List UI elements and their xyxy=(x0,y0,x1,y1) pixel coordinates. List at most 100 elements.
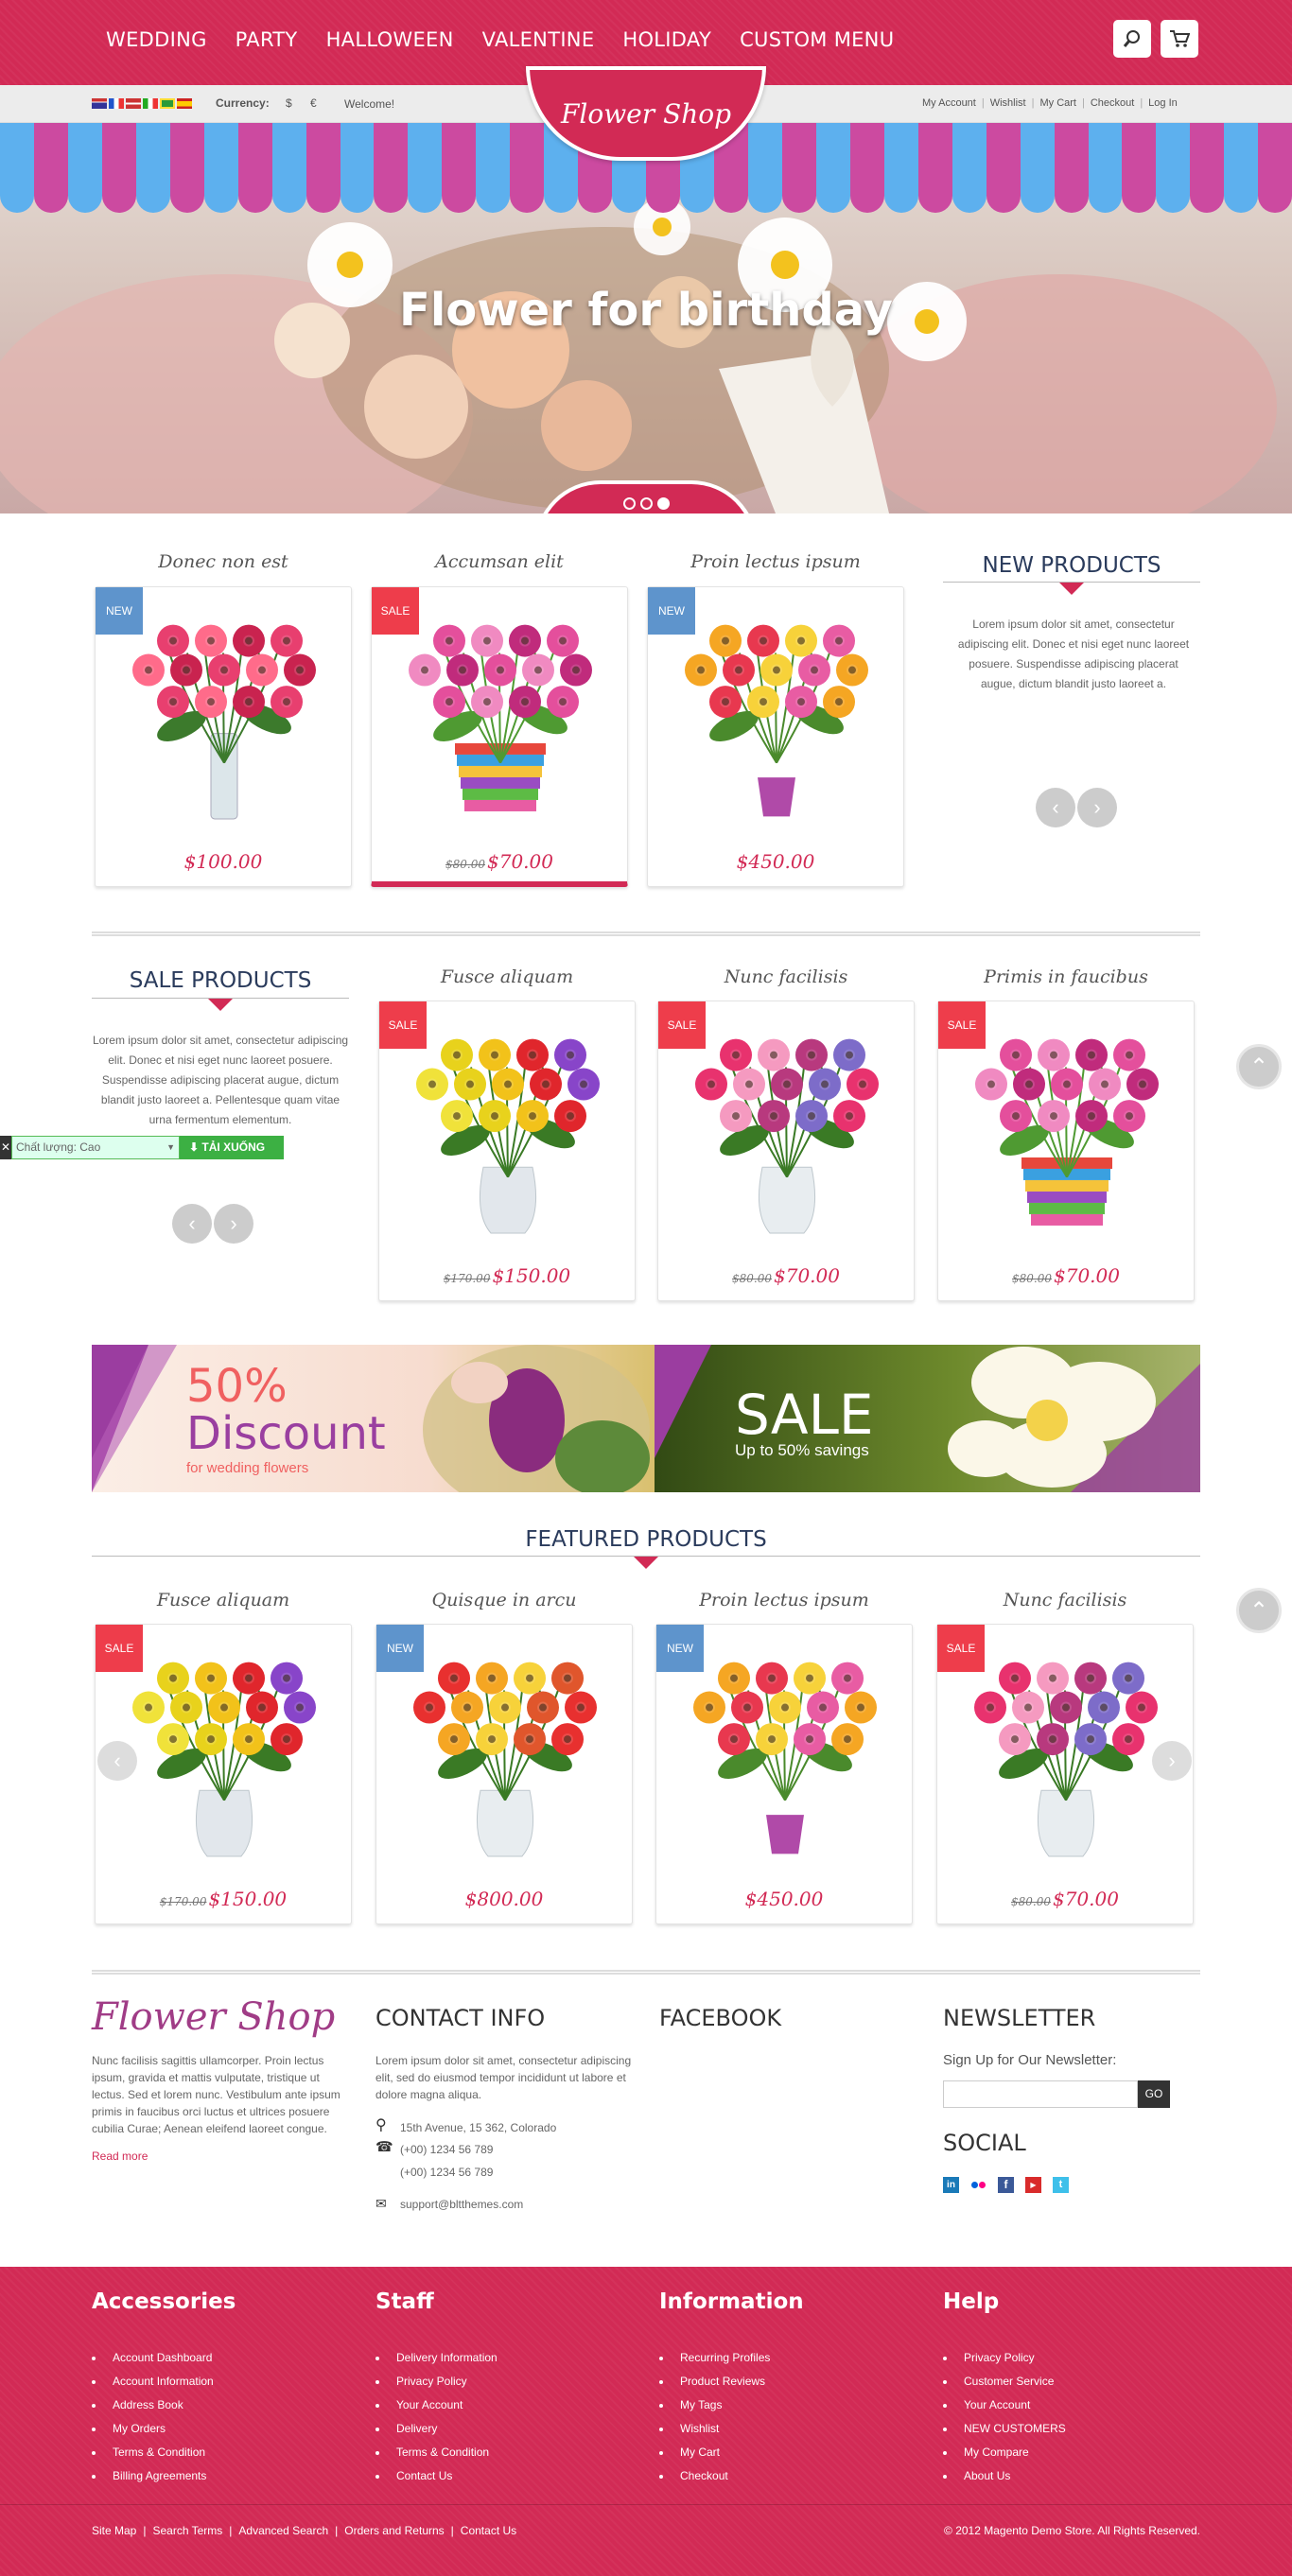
newsletter-email-input[interactable] xyxy=(943,2080,1138,2108)
footer-link[interactable]: Address Book xyxy=(92,2393,214,2417)
currency-eur[interactable]: € xyxy=(310,96,317,110)
search-button[interactable] xyxy=(1113,20,1151,58)
footer-link[interactable]: My Tags xyxy=(659,2393,770,2417)
product-card[interactable]: NEW $450.00 xyxy=(647,586,904,887)
scroll-top-button-2[interactable]: ⌃ xyxy=(1236,1588,1282,1633)
link-my-account[interactable]: My Account xyxy=(922,97,976,109)
menu-item-wedding[interactable]: WEDDING xyxy=(106,28,207,51)
featured-prev-button[interactable]: ‹ xyxy=(97,1741,137,1781)
product-name[interactable]: Proin lectus ipsum xyxy=(655,1590,913,1610)
footer-link[interactable]: Privacy Policy xyxy=(943,2346,1066,2370)
product-name[interactable]: Accumsan elit xyxy=(371,551,628,572)
footer-link[interactable]: Your Account xyxy=(375,2393,498,2417)
flag-br-icon[interactable] xyxy=(160,98,175,109)
footer-link[interactable]: Delivery xyxy=(375,2417,498,2441)
footer-link[interactable]: My Orders xyxy=(92,2417,214,2441)
link-checkout[interactable]: Checkout xyxy=(1091,97,1134,109)
menu-item-halloween[interactable]: HALLOWEEN xyxy=(326,28,454,51)
product-name[interactable]: Donec non est xyxy=(95,551,352,572)
linkedin-icon[interactable]: in xyxy=(943,2177,959,2193)
product-name[interactable]: Quisque in arcu xyxy=(375,1590,633,1610)
link-site-map[interactable]: Site Map xyxy=(92,2524,136,2537)
new-products-prev-button[interactable]: ‹ xyxy=(1036,788,1075,827)
download-close-icon[interactable]: ✕ xyxy=(0,1136,11,1159)
product-name[interactable]: Primis in faucibus xyxy=(937,966,1195,987)
product-card[interactable]: NEW $800.00 xyxy=(375,1624,633,1924)
footer-link[interactable]: Customer Service xyxy=(943,2370,1066,2393)
product-name[interactable]: Nunc facilisis xyxy=(657,966,915,987)
menu-item-party[interactable]: PARTY xyxy=(236,28,298,51)
product-name[interactable]: Fusce aliquam xyxy=(95,1590,352,1610)
footer-link[interactable]: Terms & Condition xyxy=(92,2441,214,2464)
footer-link[interactable]: NEW CUSTOMERS xyxy=(943,2417,1066,2441)
product-card[interactable]: NEW $100.00 xyxy=(95,586,352,887)
contact-address: 15th Avenue, 15 362, Colorado xyxy=(400,2121,557,2134)
footer-link[interactable]: Checkout xyxy=(659,2464,770,2488)
footer-link[interactable]: Account Dashboard xyxy=(92,2346,214,2370)
product-name[interactable]: Fusce aliquam xyxy=(378,966,636,987)
menu-item-valentine[interactable]: VALENTINE xyxy=(482,28,595,51)
product-card[interactable]: SALE $80.00 $70.00 xyxy=(657,1001,915,1301)
featured-next-button[interactable]: › xyxy=(1152,1741,1192,1781)
link-advanced-search[interactable]: Advanced Search xyxy=(238,2524,328,2537)
footer-link[interactable]: Wishlist xyxy=(659,2417,770,2441)
footer-link[interactable]: Recurring Profiles xyxy=(659,2346,770,2370)
footer-link[interactable]: Account Information xyxy=(92,2370,214,2393)
link-orders-returns[interactable]: Orders and Returns xyxy=(344,2524,444,2537)
product-card[interactable]: SALE $80.00 $70.00 xyxy=(371,586,628,887)
footer-link[interactable]: Terms & Condition xyxy=(375,2441,498,2464)
footer-link[interactable]: My Cart xyxy=(659,2441,770,2464)
flag-it-icon[interactable] xyxy=(143,98,158,109)
sale-banner[interactable]: SALE Up to 50% savings xyxy=(655,1345,1200,1492)
flag-fr-icon[interactable] xyxy=(109,98,124,109)
product-card[interactable]: SALE $170.00 $150.00 xyxy=(378,1001,636,1301)
link-log-in[interactable]: Log In xyxy=(1148,97,1178,109)
product-name[interactable]: Nunc facilisis xyxy=(936,1590,1194,1610)
discount-banner[interactable]: 50% Discount for wedding flowers xyxy=(92,1345,655,1492)
product-card[interactable]: SALE $80.00 $70.00 xyxy=(936,1624,1194,1924)
footer-link[interactable]: Contact Us xyxy=(375,2464,498,2488)
footer-link[interactable]: About Us xyxy=(943,2464,1066,2488)
footer-link[interactable]: My Compare xyxy=(943,2441,1066,2464)
footer-link[interactable]: Billing Agreements xyxy=(92,2464,214,2488)
product-card[interactable]: SALE $80.00 $70.00 xyxy=(937,1001,1195,1301)
sale-products-prev-button[interactable]: ‹ xyxy=(172,1204,212,1244)
sale-products-next-button[interactable]: › xyxy=(214,1204,253,1244)
flag-en-icon[interactable] xyxy=(92,98,107,109)
currency-usd[interactable]: $ xyxy=(286,96,292,110)
read-more-link[interactable]: Read more xyxy=(92,2150,148,2163)
facebook-icon[interactable]: f xyxy=(998,2177,1014,2193)
product-price-block: $170.00 $150.00 xyxy=(96,1888,351,1910)
twitter-icon[interactable]: t xyxy=(1053,2177,1069,2193)
footer-link[interactable]: Delivery Information xyxy=(375,2346,498,2370)
link-wishlist[interactable]: Wishlist xyxy=(990,97,1026,109)
youtube-icon[interactable]: ▶ xyxy=(1025,2177,1041,2193)
flag-dk-icon[interactable] xyxy=(126,98,141,109)
download-button[interactable]: ⬇ TẢI XUỐNG xyxy=(180,1136,284,1159)
product-name[interactable]: Proin lectus ipsum xyxy=(647,551,904,572)
link-my-cart[interactable]: My Cart xyxy=(1039,97,1076,109)
menu-item-holiday[interactable]: HOLIDAY xyxy=(622,28,711,51)
footer-link[interactable]: Privacy Policy xyxy=(375,2370,498,2393)
link-search-terms[interactable]: Search Terms xyxy=(152,2524,222,2537)
slider-dot-1[interactable] xyxy=(622,497,636,510)
flickr-icon[interactable] xyxy=(970,2177,986,2193)
awning-stripe xyxy=(0,123,34,213)
footer-link[interactable]: Product Reviews xyxy=(659,2370,770,2393)
contact-email[interactable]: support@bltthemes.com xyxy=(400,2196,523,2213)
newsletter-go-button[interactable]: GO xyxy=(1138,2080,1170,2108)
slider-dot-3-active[interactable] xyxy=(656,497,670,510)
footer-link[interactable]: Your Account xyxy=(943,2393,1066,2417)
new-products-next-button[interactable]: › xyxy=(1077,788,1117,827)
footer-column-title: Information xyxy=(659,2289,804,2314)
quality-select[interactable]: Chất lượng: Cao ▼ xyxy=(11,1136,180,1159)
cart-button[interactable] xyxy=(1161,20,1198,58)
menu-item-custom-menu[interactable]: CUSTOM MENU xyxy=(740,28,894,51)
product-image xyxy=(416,1038,600,1234)
product-card[interactable]: NEW $450.00 xyxy=(655,1624,913,1924)
link-contact-us[interactable]: Contact Us xyxy=(461,2524,516,2537)
flag-es-icon[interactable] xyxy=(177,98,192,109)
scroll-top-button[interactable]: ⌃ xyxy=(1236,1044,1282,1089)
product-card[interactable]: SALE $170.00 $150.00 xyxy=(95,1624,352,1924)
slider-dot-2[interactable] xyxy=(639,497,653,510)
